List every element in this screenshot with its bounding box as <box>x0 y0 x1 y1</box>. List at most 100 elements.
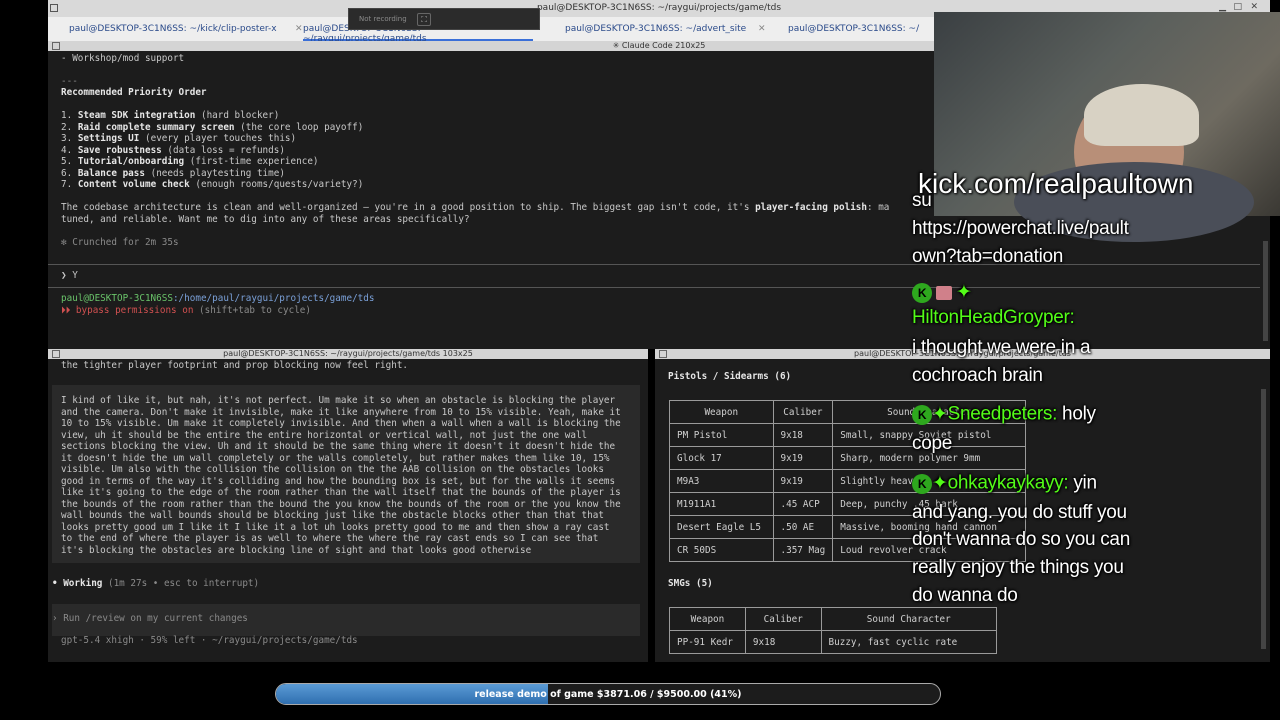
cap-shape <box>1084 84 1199 146</box>
sparkle-icon: ✦ <box>956 282 972 303</box>
fullscreen-icon[interactable]: ⛶ <box>417 13 431 26</box>
kick-badge-icon: K <box>912 404 932 425</box>
pane-title: paul@DESKTOP-3C1N6SS: ~/raygui/projects/… <box>223 349 473 358</box>
message-line: the bounds of the room rather than the b… <box>61 498 621 510</box>
column-header: Caliber <box>772 400 834 424</box>
bypass-status: ⏵⏵ bypass permissions on (shift+tab to c… <box>61 305 311 316</box>
table-cell: CR 50DS <box>669 538 774 562</box>
table-cell: .357 Mag <box>772 538 834 562</box>
tab-advert-site[interactable]: paul@DESKTOP-3C1N6SS: ~/advert_site ✕ <box>565 17 785 41</box>
scrollbar[interactable] <box>1263 241 1268 341</box>
table-cell: 9x18 <box>772 423 834 447</box>
table-cell: M9A3 <box>669 469 774 493</box>
working-status: • Working (1m 27s • esc to interrupt) <box>52 578 260 589</box>
crunched-status: ✻ Crunched for 2m 35s <box>61 237 179 248</box>
bypass-icon: ⏵⏵ <box>61 305 71 316</box>
priority-item: 7. Content volume check (enough rooms/qu… <box>61 179 364 190</box>
section-heading: Recommended Priority Order <box>61 87 207 98</box>
chat-message: do wanna do <box>912 585 1018 606</box>
text-line: the tighter player footprint and prop bl… <box>61 360 409 371</box>
tab-home[interactable]: paul@DESKTOP-3C1N6SS: ~/ <box>788 17 938 41</box>
pane-icon <box>659 350 667 358</box>
message-line: it doesn't hide the um wall completely o… <box>61 452 610 464</box>
table-cell: M1911A1 <box>669 492 774 516</box>
table-cell: Glock 17 <box>669 446 774 470</box>
divider <box>48 264 1260 265</box>
minimize-icon[interactable]: ▁ <box>1219 2 1226 12</box>
close-icon[interactable]: ✕ <box>1250 2 1258 12</box>
table-cell: .50 AE <box>772 515 834 539</box>
kick-url: kick.com/realpaultown <box>918 168 1194 199</box>
column-header: Weapon <box>669 607 746 631</box>
priority-item: 1. Steam SDK integration (hard blocker) <box>61 110 280 121</box>
shell-prompt: paul@DESKTOP-3C1N6SS:/home/paul/raygui/p… <box>61 293 375 304</box>
message-line: it's blocking the obstacles are blocking… <box>61 544 532 556</box>
pane-header: paul@DESKTOP-3C1N6SS: ~/raygui/projects/… <box>48 349 648 359</box>
tab-close-icon[interactable]: ✕ <box>758 24 766 34</box>
goal-label: release demo of game $3871.06 / $9500.00… <box>474 689 742 700</box>
table-row: Glock 17 9x19 Sharp, modern polymer 9mm <box>669 446 1026 470</box>
chat-message: cochroach brain <box>912 365 1043 386</box>
pane-icon <box>52 42 60 50</box>
donation-link: https://powerchat.live/pault <box>912 218 1129 239</box>
priority-item: 4. Save robustness (data loss = refunds) <box>61 144 285 156</box>
donation-partial: su <box>912 190 932 211</box>
chat-message: and yang. you do stuff you <box>912 502 1127 523</box>
message-line: sections blocking the view. Uh and it sh… <box>61 441 616 452</box>
divider-line: --- <box>61 76 78 87</box>
message-line: view, uh it should be the entire the ent… <box>61 429 588 441</box>
chat-message: don't wanna do so you can <box>912 529 1130 550</box>
maximize-icon[interactable]: □ <box>1233 2 1242 12</box>
table-cell: PP-91 Kedr <box>669 630 746 654</box>
column-header: Caliber <box>744 607 822 631</box>
sparkle-icon: ✦ <box>932 473 948 494</box>
priority-item: 6. Balance pass (needs playtesting time) <box>61 167 285 179</box>
table-header-row: Weapon Caliber Sound Character <box>669 607 998 631</box>
section-heading: Pistols / Sidearms (6) <box>668 371 792 382</box>
tab-label: paul@DESKTOP-3C1N6SS: ~/kick/clip-poster… <box>69 24 277 34</box>
message-line: I kind of like it, but nah, it's not per… <box>61 395 616 406</box>
chat-badges: K ✦ <box>912 281 972 304</box>
summary-text: The codebase architecture is clean and w… <box>61 202 890 213</box>
tab-clip-poster[interactable]: paul@DESKTOP-3C1N6SS: ~/kick/clip-poster… <box>69 17 304 41</box>
tab-label: paul@DESKTOP-3C1N6SS: ~/advert_site <box>565 24 747 34</box>
message-line: to the end of where the player is as wel… <box>61 533 599 544</box>
chat-message: cope <box>912 433 953 454</box>
table-cell: PM Pistol <box>669 423 774 447</box>
tab-close-icon[interactable]: ✕ <box>295 24 303 34</box>
divider <box>48 287 1260 288</box>
smgs-table: Weapon Caliber Sound Character PP-91 Ked… <box>669 607 998 654</box>
table-cell: Buzzy, fast cyclic rate <box>820 630 998 654</box>
chat-message: really enjoy the things you <box>912 557 1124 578</box>
prompt-input[interactable]: ❯ Y <box>61 270 78 282</box>
recording-label: Not recording <box>359 15 407 23</box>
kick-badge-icon: K <box>912 473 932 494</box>
sparkle-icon: ✦ <box>932 404 948 425</box>
chat-entry: K ✦Sneedpeters: holy <box>912 403 1096 426</box>
column-header: Weapon <box>669 400 774 424</box>
recording-indicator: Not recording ⛶ <box>348 8 540 30</box>
priority-item: 2. Raid complete summary screen (the cor… <box>61 121 364 133</box>
pane-title: ✳ Claude Code 210x25 <box>612 41 706 50</box>
kick-badge-icon: K <box>912 282 932 303</box>
chat-message: i thought we were in a <box>912 337 1091 358</box>
tab-label: paul@DESKTOP-3C1N6SS: ~/ <box>788 24 920 34</box>
composer-placeholder[interactable]: › Run /review on my current changes <box>52 613 248 625</box>
text-line: - Workshop/mod support <box>61 53 185 64</box>
table-cell: 9x19 <box>772 446 834 470</box>
section-heading: SMGs (5) <box>668 578 713 589</box>
message-line: 10 to 15% visible. Um make it completely… <box>61 418 621 429</box>
pane-icon <box>52 350 60 358</box>
table-cell: Desert Eagle L5 <box>669 515 774 539</box>
donation-goal-bar: release demo of game $3871.06 / $9500.00… <box>275 683 941 705</box>
message-line: good in terms of the way it's colliding … <box>61 475 616 487</box>
table-cell: .45 ACP <box>772 492 834 516</box>
message-line: like it's going to the edge of the room … <box>61 487 621 498</box>
scrollbar[interactable] <box>1261 389 1266 649</box>
table-row: PP-91 Kedr 9x18 Buzzy, fast cyclic rate <box>669 630 998 654</box>
codex-pane[interactable]: paul@DESKTOP-3C1N6SS: ~/raygui/projects/… <box>48 349 648 662</box>
table-cell: 9x18 <box>744 630 822 654</box>
message-line: looks pretty good um I like it I like it… <box>61 521 610 533</box>
chat-entry: K ✦ohkaykaykayy: yin <box>912 472 1097 495</box>
message-line: wall bounds the wall bounds should be bl… <box>61 510 604 521</box>
